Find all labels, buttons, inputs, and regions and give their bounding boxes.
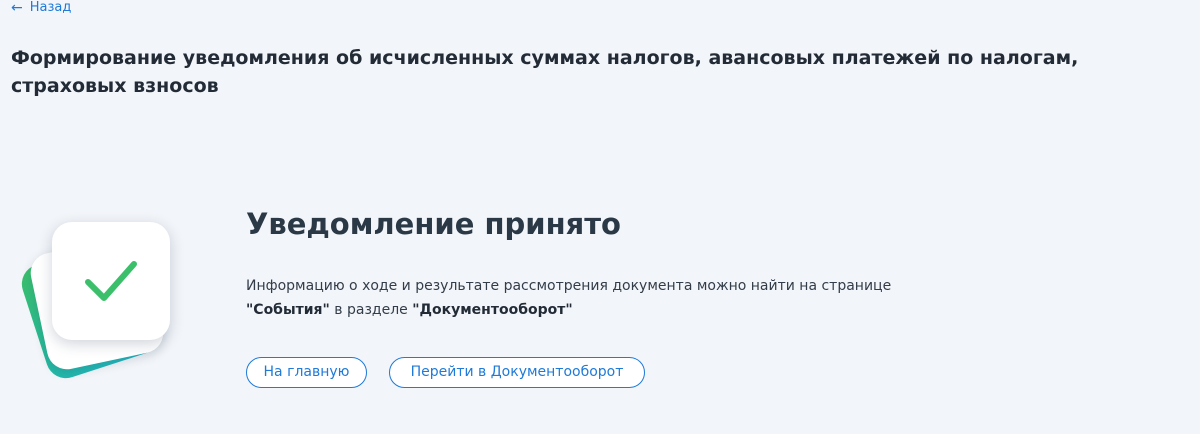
status-info-text: Информацию о ходе и результате рассмотре…	[246, 274, 946, 322]
info-docflow-ref: "Документооборот"	[412, 302, 573, 318]
go-docflow-button[interactable]: Перейти в Документооборот	[389, 357, 645, 388]
page-root: ← Назад Формирование уведомления об исчи…	[0, 0, 1200, 434]
checkmark-icon	[85, 261, 137, 301]
back-label: Назад	[29, 0, 72, 15]
back-link[interactable]: ← Назад	[11, 0, 71, 16]
info-text-line-1: Информацию о ходе и результате рассмотре…	[246, 278, 892, 294]
info-events-ref: "События"	[246, 302, 330, 318]
go-home-button[interactable]: На главную	[246, 357, 367, 388]
status-title: Уведомление принято	[246, 207, 621, 241]
info-text-connector: в разделе	[329, 302, 413, 318]
card-front-shape	[52, 222, 170, 340]
success-check-icon	[16, 218, 184, 388]
arrow-left-icon: ←	[11, 0, 23, 16]
page-title: Формирование уведомления об исчисленных …	[11, 47, 1079, 97]
